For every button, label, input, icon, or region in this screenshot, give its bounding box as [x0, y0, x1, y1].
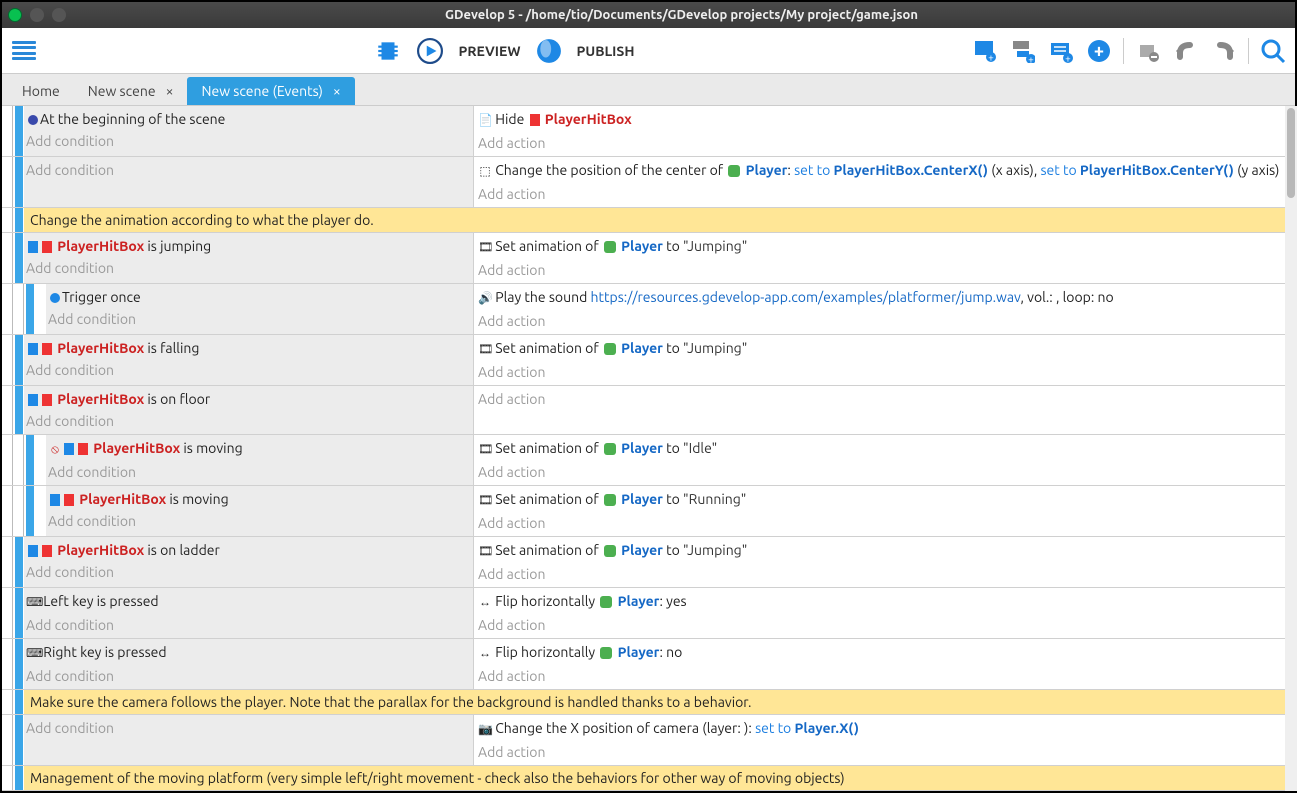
add-condition-link[interactable]: Add condition [48, 308, 469, 330]
action[interactable]: 🎞 Set animation of Player to "Idle" [478, 437, 1291, 461]
event-row[interactable]: Add condition 📷 Change the X position of… [2, 715, 1295, 766]
action[interactable]: 🎞 Set animation of Player to "Jumping" [478, 337, 1291, 361]
add-action-link[interactable]: Add action [478, 132, 1291, 154]
tab-home[interactable]: Home [8, 77, 74, 105]
action[interactable]: ↔ Flip horizontally Player: no [478, 641, 1291, 665]
add-event-icon[interactable]: + [971, 37, 999, 65]
event-row[interactable]: At the beginning of the scene Add condit… [2, 106, 1295, 157]
add-action-link[interactable]: Add action [478, 361, 1291, 383]
add-condition-link[interactable]: Add condition [26, 410, 469, 432]
svg-text:+: + [1028, 54, 1034, 63]
add-action-link[interactable]: Add action [478, 512, 1291, 534]
add-action-link[interactable]: Add action [478, 183, 1291, 205]
condition[interactable]: PlayerHitBox is moving [48, 488, 469, 510]
comment-event[interactable]: Management of the moving platform (very … [2, 766, 1295, 791]
action[interactable]: 📷 Change the X position of camera (layer… [478, 717, 1291, 741]
add-condition-link[interactable]: Add condition [48, 510, 469, 532]
add-comment-icon[interactable]: + [1047, 37, 1075, 65]
window-titlebar: GDevelop 5 - /home/tio/Documents/GDevelo… [2, 2, 1295, 28]
svg-text:+: + [988, 52, 994, 63]
event-row[interactable]: PlayerHitBox is on ladder Add condition … [2, 537, 1295, 588]
scrollbar-thumb[interactable] [1287, 108, 1295, 198]
condition[interactable]: PlayerHitBox is falling [26, 337, 469, 359]
condition[interactable]: ⌨ Right key is pressed [26, 641, 469, 665]
main-toolbar: PREVIEW PUBLISH + + + + [2, 28, 1295, 74]
event-row[interactable]: Add condition ⬚ Change the position of t… [2, 157, 1295, 208]
close-tab-icon[interactable]: × [333, 83, 341, 99]
event-row[interactable]: ⌨ Left key is pressed Add condition ↔ Fl… [2, 588, 1295, 639]
add-action-link[interactable]: Add action [478, 665, 1291, 687]
event-row[interactable]: Trigger once Add condition 🔊 Play the so… [2, 284, 1295, 335]
menu-button[interactable] [10, 37, 38, 65]
undo-icon[interactable] [1172, 37, 1200, 65]
sound-url-link[interactable]: https://resources.gdevelop-app.com/examp… [591, 289, 1021, 305]
add-condition-link[interactable]: Add condition [26, 614, 469, 636]
event-row[interactable]: PlayerHitBox is moving Add condition 🎞 S… [2, 486, 1295, 537]
add-condition-link[interactable]: Add condition [26, 257, 469, 279]
add-other-event-icon[interactable]: + [1085, 37, 1113, 65]
add-condition-link[interactable]: Add condition [26, 159, 469, 181]
event-row[interactable]: ⌨ Right key is pressed Add condition ↔ F… [2, 639, 1295, 690]
add-action-link[interactable]: Add action [478, 388, 1291, 410]
add-condition-link[interactable]: Add condition [26, 717, 469, 739]
delete-event-icon[interactable] [1134, 37, 1162, 65]
add-action-link[interactable]: Add action [478, 259, 1291, 281]
publish-globe-icon[interactable] [535, 37, 563, 65]
action[interactable]: ⬚ Change the position of the center of P… [478, 159, 1291, 183]
add-condition-link[interactable]: Add condition [26, 130, 469, 152]
tab-new-scene-events[interactable]: New scene (Events)× [187, 77, 354, 105]
add-action-link[interactable]: Add action [478, 741, 1291, 763]
event-row[interactable]: ⦸ PlayerHitBox is moving Add condition 🎞… [2, 435, 1295, 486]
condition[interactable]: ⦸ PlayerHitBox is moving [48, 437, 469, 461]
debugger-icon[interactable] [374, 37, 402, 65]
condition[interactable]: PlayerHitBox is jumping [26, 235, 469, 257]
add-condition-link[interactable]: Add condition [26, 359, 469, 381]
condition[interactable]: PlayerHitBox is on ladder [26, 539, 469, 561]
preview-play-icon[interactable] [416, 37, 444, 65]
action[interactable]: 📄 Hide PlayerHitBox [478, 108, 1291, 132]
add-action-link[interactable]: Add action [478, 614, 1291, 636]
add-condition-link[interactable]: Add condition [48, 461, 469, 483]
add-subevent-icon[interactable]: + [1009, 37, 1037, 65]
condition[interactable]: ⌨ Left key is pressed [26, 590, 469, 614]
close-tab-icon[interactable]: × [166, 83, 174, 99]
condition[interactable]: Trigger once [48, 286, 469, 308]
publish-label[interactable]: PUBLISH [577, 43, 635, 59]
redo-icon[interactable] [1210, 37, 1238, 65]
add-condition-link[interactable]: Add condition [26, 561, 469, 583]
condition[interactable]: PlayerHitBox is on floor [26, 388, 469, 410]
event-row[interactable]: PlayerHitBox is falling Add condition 🎞 … [2, 335, 1295, 386]
window-title: GDevelop 5 - /home/tio/Documents/GDevelo… [74, 8, 1289, 22]
window-max-button[interactable] [52, 8, 66, 22]
event-row[interactable]: PlayerHitBox is jumping Add condition 🎞 … [2, 233, 1295, 284]
action[interactable]: 🎞 Set animation of Player to "Jumping" [478, 539, 1291, 563]
action[interactable]: 🎞 Set animation of Player to "Jumping" [478, 235, 1291, 259]
comment-event[interactable]: Make sure the camera follows the player.… [2, 690, 1295, 715]
add-action-link[interactable]: Add action [478, 310, 1291, 332]
condition[interactable]: At the beginning of the scene [26, 108, 469, 130]
add-action-link[interactable]: Add action [478, 461, 1291, 483]
vertical-scrollbar[interactable] [1285, 106, 1297, 791]
events-editor[interactable]: At the beginning of the scene Add condit… [2, 106, 1295, 791]
add-condition-link[interactable]: Add condition [26, 665, 469, 687]
tab-bar: Home New scene× New scene (Events)× [2, 74, 1295, 106]
comment-event[interactable]: Change the animation according to what t… [2, 208, 1295, 233]
add-action-link[interactable]: Add action [478, 563, 1291, 585]
svg-text:+: + [1065, 53, 1071, 63]
preview-label[interactable]: PREVIEW [458, 43, 520, 59]
action[interactable]: 🎞 Set animation of Player to "Running" [478, 488, 1291, 512]
window-close-button[interactable] [8, 8, 22, 22]
action[interactable]: 🔊 Play the sound https://resources.gdeve… [478, 286, 1291, 310]
svg-text:+: + [1094, 41, 1104, 61]
window-min-button[interactable] [30, 8, 44, 22]
action[interactable]: ↔ Flip horizontally Player: yes [478, 590, 1291, 614]
tab-new-scene[interactable]: New scene× [74, 77, 188, 105]
search-icon[interactable] [1259, 37, 1287, 65]
event-row[interactable]: PlayerHitBox is on floor Add condition A… [2, 386, 1295, 435]
